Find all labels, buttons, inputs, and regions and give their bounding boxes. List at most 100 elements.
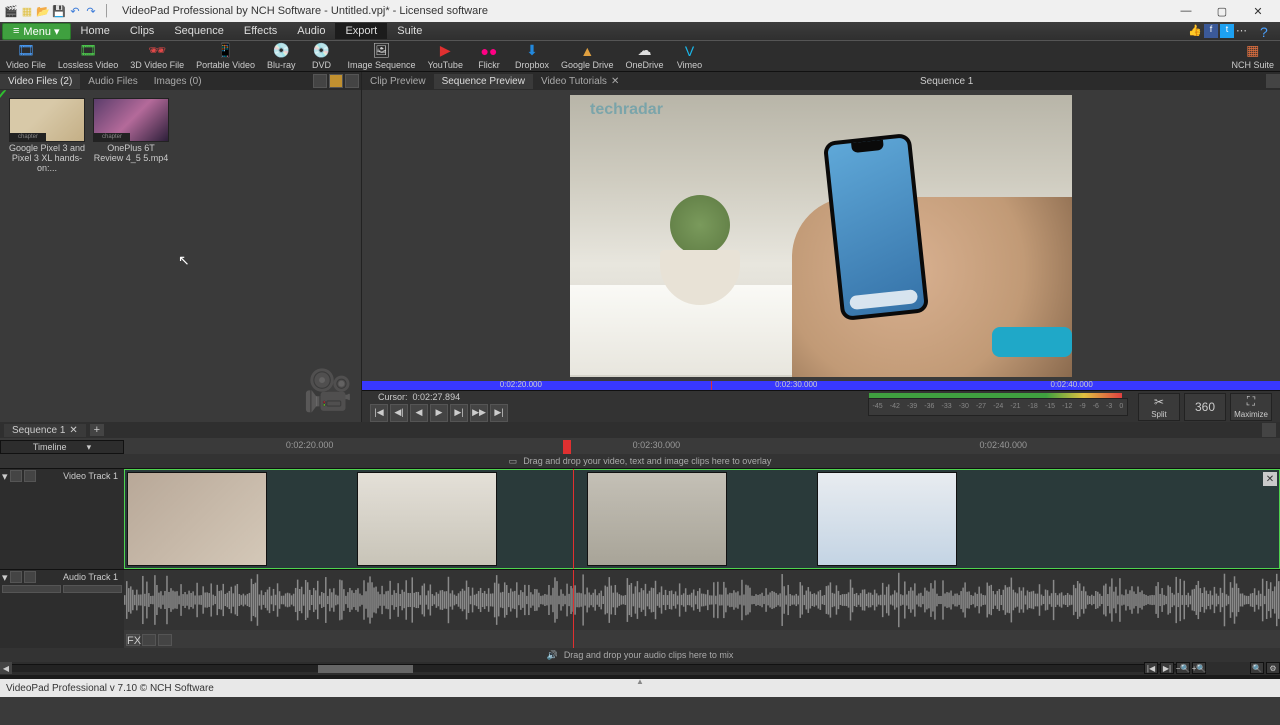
audio-link-icon[interactable] <box>158 634 172 646</box>
timeline-h-scrollbar[interactable]: ◀ |◀ ▶| −🔍 +🔍 🔍 ⚙ <box>0 662 1280 675</box>
resize-handle[interactable]: ▲ <box>0 675 1280 679</box>
timeline-mode-selector[interactable]: Timeline▾ <box>0 440 124 454</box>
volume-slider-l[interactable] <box>2 585 61 593</box>
menu-effects[interactable]: Effects <box>234 23 287 39</box>
twitter-icon[interactable]: t <box>1220 24 1234 38</box>
track-lock-icon[interactable] <box>10 470 22 482</box>
preview-tab-video-tutorials[interactable]: Video Tutorials ✕ <box>533 74 627 89</box>
audio-fx-icon[interactable]: FX <box>126 634 140 646</box>
bin-tab-audio-files[interactable]: Audio Files <box>80 74 145 89</box>
menu-suite[interactable]: Suite <box>387 23 432 39</box>
bin-list-icon[interactable] <box>345 74 359 88</box>
timeline-playhead[interactable] <box>563 440 571 454</box>
add-sequence-button[interactable]: + <box>90 424 104 436</box>
scroll-left-icon[interactable]: ◀ <box>0 662 12 674</box>
menu-sequence[interactable]: Sequence <box>164 23 234 39</box>
audio-fade-icon[interactable] <box>142 634 156 646</box>
export-onedrive[interactable]: ☁OneDrive <box>620 41 670 71</box>
export-flickr[interactable]: ●●Flickr <box>469 41 509 71</box>
settings-icon[interactable]: ⚙ <box>1266 662 1280 674</box>
bin-search-icon[interactable] <box>313 74 327 88</box>
export-lossless-video[interactable]: 🎞Lossless Video <box>52 41 124 71</box>
transport-btn-6[interactable]: ▶| <box>490 404 508 422</box>
scroll-end-icon[interactable]: ▶| <box>1160 662 1174 674</box>
bin-folder-icon[interactable] <box>329 74 343 88</box>
export-portable-video[interactable]: 📱Portable Video <box>190 41 261 71</box>
preview-expand-icon[interactable] <box>1266 74 1280 88</box>
zoom-in-icon[interactable]: +🔍 <box>1192 662 1206 674</box>
help-icon[interactable]: ? <box>1260 24 1274 38</box>
export-blu-ray[interactable]: 💿Blu-ray <box>261 41 302 71</box>
transport-btn-0[interactable]: |◀ <box>370 404 388 422</box>
audio-meter: -45-42-39-36-33-30-27-24-21-18-15-12-9-6… <box>868 398 1128 416</box>
track-mute-icon[interactable] <box>10 571 22 583</box>
close-icon[interactable]: ✕ <box>611 76 619 87</box>
preview-playhead[interactable] <box>711 381 712 390</box>
export-dvd[interactable]: 💿DVD <box>302 41 342 71</box>
menu-button[interactable]: ≡Menu ▾ <box>2 23 71 40</box>
export-dropbox[interactable]: ⬇Dropbox <box>509 41 555 71</box>
preview-tab-sequence-preview[interactable]: Sequence Preview <box>434 74 533 89</box>
bin-clip[interactable]: ✔chapterGoogle Pixel 3 and Pixel 3 XL ha… <box>8 98 86 174</box>
undo-icon[interactable]: ↶ <box>68 4 82 18</box>
video-track-body[interactable]: ✕ <box>124 469 1280 569</box>
scroll-start-icon[interactable]: |◀ <box>1144 662 1158 674</box>
overlay-drop-zone[interactable]: ▭ Drag and drop your video, text and ima… <box>0 454 1280 468</box>
preview-viewport[interactable]: techradar <box>362 90 1280 381</box>
close-tab-icon[interactable]: ✕ <box>69 425 77 436</box>
split-button[interactable]: ✂Split <box>1138 393 1180 421</box>
bin-content[interactable]: ✔chapterGoogle Pixel 3 and Pixel 3 XL ha… <box>0 90 361 422</box>
facebook-icon[interactable]: f <box>1204 24 1218 38</box>
video-clip[interactable]: ✕ <box>124 469 1280 569</box>
export-3d-video-file[interactable]: 🕶3D Video File <box>124 41 190 71</box>
bin-tabs: Video Files (2)Audio Files Images (0) <box>0 72 361 90</box>
video-watermark: techradar <box>590 101 663 119</box>
audio-track-body[interactable]: FX <box>124 570 1280 648</box>
menu-audio[interactable]: Audio <box>287 23 335 39</box>
bin-tab-video-files[interactable]: Video Files (2) <box>0 74 80 89</box>
close-button[interactable]: ✕ <box>1240 1 1276 21</box>
redo-icon[interactable]: ↷ <box>84 4 98 18</box>
maximize-button[interactable]: ⛶Maximize <box>1230 393 1272 421</box>
export-vimeo[interactable]: VVimeo <box>670 41 710 71</box>
transport-btn-5[interactable]: ▶▶ <box>470 404 488 422</box>
clip-remove-icon[interactable]: ✕ <box>1263 472 1277 486</box>
open-icon[interactable]: 📂 <box>36 4 50 18</box>
maximize-button[interactable]: ▢ <box>1204 1 1240 21</box>
transport-btn-1[interactable]: ◀| <box>390 404 408 422</box>
export-youtube[interactable]: ▶YouTube <box>422 41 469 71</box>
menu-clips[interactable]: Clips <box>120 23 164 39</box>
bin-clip[interactable]: chapterOnePlus 6T Review 4_5 5.mp4 <box>92 98 170 164</box>
track-collapse-icon[interactable]: ▾ <box>2 571 8 584</box>
save-icon[interactable]: 💾 <box>52 4 66 18</box>
transport-btn-4[interactable]: ▶| <box>450 404 468 422</box>
new-icon[interactable]: ▦ <box>20 4 34 18</box>
zoom-out-icon[interactable]: −🔍 <box>1176 662 1190 674</box>
export-video-file[interactable]: 🎞Video File <box>0 41 52 71</box>
transport-btn-2[interactable]: ◀ <box>410 404 428 422</box>
nch-suite-button[interactable]: ▦ NCH Suite <box>1225 41 1280 71</box>
transport-btn-3[interactable]: ▶ <box>430 404 448 422</box>
export-google-drive[interactable]: ▲Google Drive <box>555 41 620 71</box>
track-collapse-icon[interactable]: ▾ <box>2 470 8 483</box>
mix-drop-zone[interactable]: 🔊 Drag and drop your audio clips here to… <box>0 648 1280 662</box>
audio-waveform[interactable] <box>124 570 1280 630</box>
minimize-button[interactable]: — <box>1168 1 1204 21</box>
export-image-sequence[interactable]: 🖼Image Sequence <box>342 41 422 71</box>
preview-mini-timeline[interactable]: 0:02:20.000 0:02:30.000 0:02:40.000 <box>362 381 1280 390</box>
share-icon[interactable]: ⋯ <box>1236 24 1250 38</box>
track-solo-icon[interactable] <box>24 571 36 583</box>
timeline-expand-icon[interactable] <box>1262 423 1276 437</box>
sequence-tab-1[interactable]: Sequence 1✕ <box>4 424 86 437</box>
timeline-ruler[interactable]: Timeline▾ 0:02:20.000 0:02:30.000 0:02:4… <box>0 440 1280 454</box>
thumb-up-icon[interactable]: 👍 <box>1188 24 1202 38</box>
360-button[interactable]: 360 <box>1184 393 1226 421</box>
zoom-fit-icon[interactable]: 🔍 <box>1250 662 1264 674</box>
volume-slider-r[interactable] <box>63 585 122 593</box>
menu-export[interactable]: Export <box>335 23 387 39</box>
track-fx-icon[interactable] <box>24 470 36 482</box>
menu-home[interactable]: Home <box>71 23 120 39</box>
bin-tab-images[interactable]: Images (0) <box>146 74 210 89</box>
preview-tab-clip-preview[interactable]: Clip Preview <box>362 74 434 89</box>
scroll-thumb[interactable] <box>318 665 412 673</box>
